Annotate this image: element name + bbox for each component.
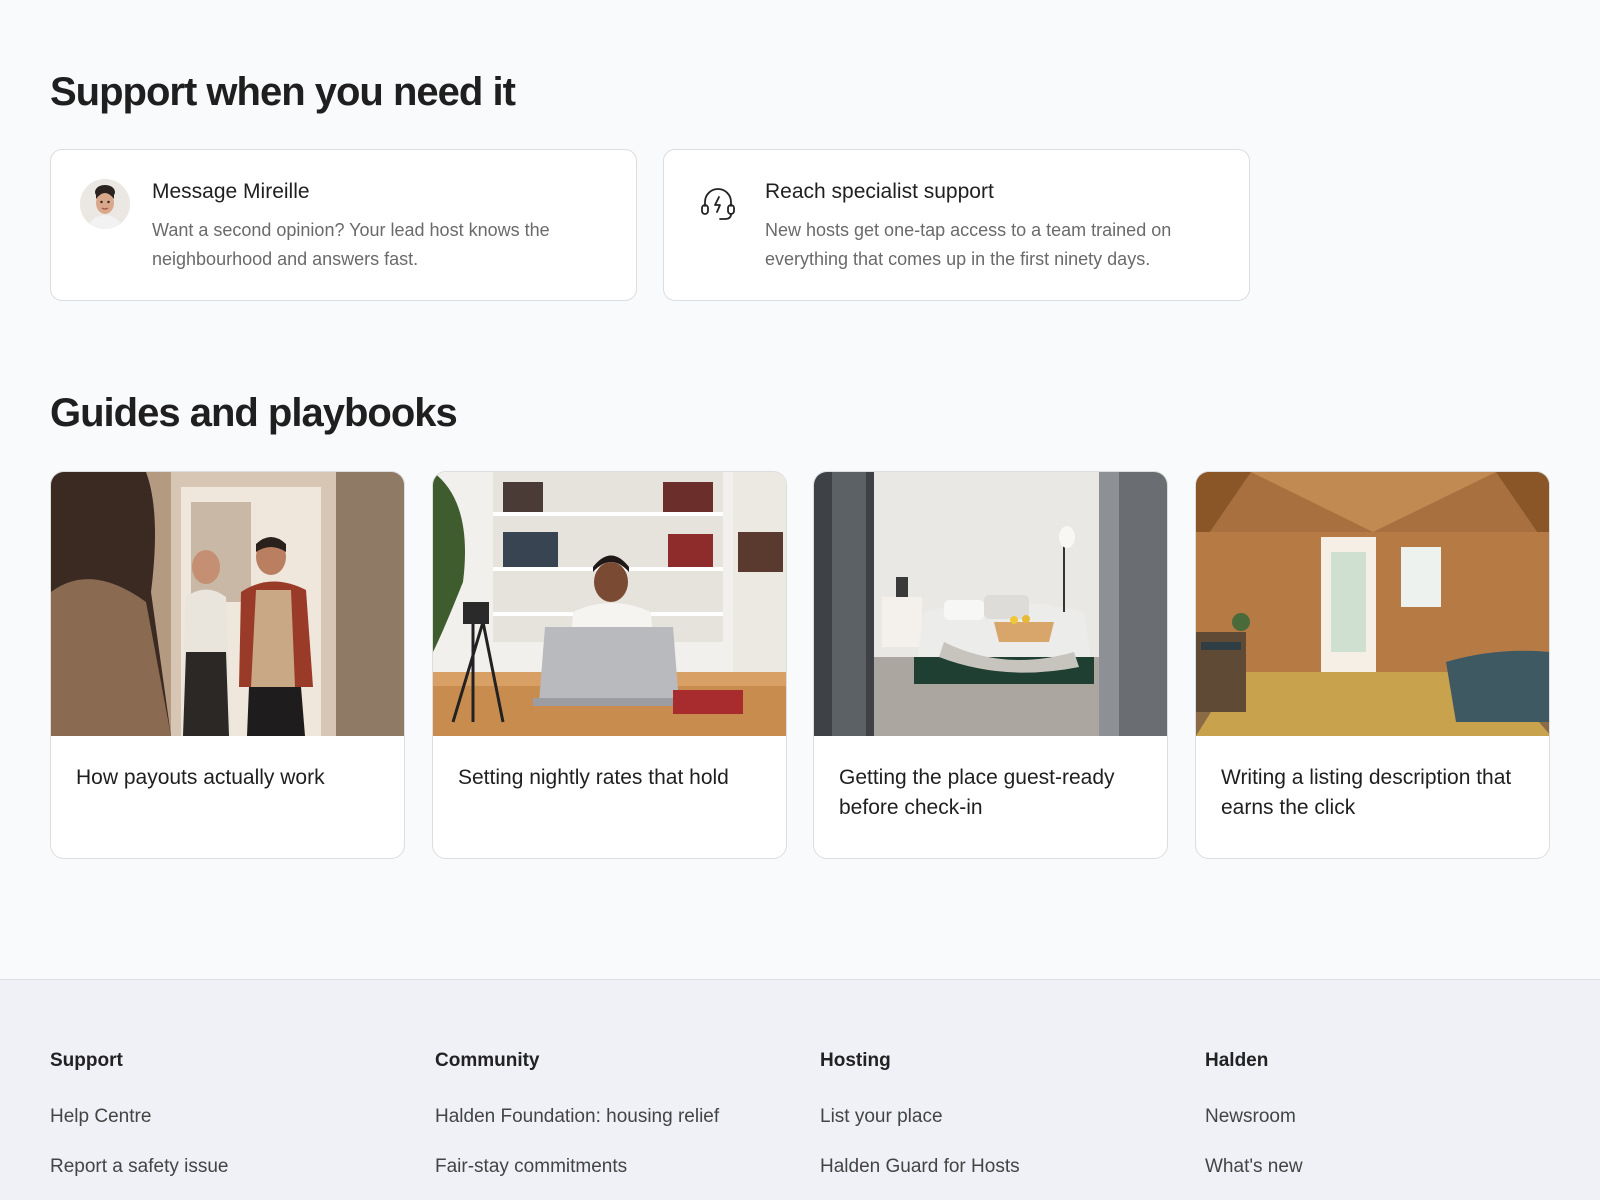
footer: Support Help Centre Report a safety issu…: [0, 979, 1600, 1200]
card-description: New hosts get one-tap access to a team t…: [765, 220, 1172, 269]
card-title: Reach specialist support: [765, 180, 994, 203]
footer-column-halden: Halden Newsroom What's new: [1205, 1050, 1565, 1177]
guide-image-host-welcome: [51, 472, 404, 736]
card-title: Message Mireille: [152, 180, 310, 203]
guide-image-laptop-desk: [433, 472, 786, 736]
guide-image-bedroom: [814, 472, 1167, 736]
message-lead-host-card[interactable]: Message Mireille Want a second opinion? …: [50, 149, 637, 301]
page: Support when you need it Message Mireill…: [0, 0, 1600, 1200]
guide-card-guest-ready[interactable]: Getting the place guest-ready before che…: [813, 471, 1168, 859]
footer-column-heading: Hosting: [820, 1050, 891, 1071]
guide-title: Getting the place guest-ready before che…: [839, 766, 1115, 819]
specialist-support-card[interactable]: Reach specialist support New hosts get o…: [663, 149, 1250, 301]
avatar: [80, 179, 130, 229]
guide-title: Writing a listing description that earns…: [1221, 766, 1512, 819]
support-heading: Support when you need it: [50, 70, 516, 114]
guide-card-nightly-rates[interactable]: Setting nightly rates that hold: [432, 471, 787, 859]
footer-link-whats-new[interactable]: What's new: [1205, 1156, 1303, 1178]
footer-column-heading: Community: [435, 1050, 540, 1071]
guide-title: How payouts actually work: [76, 766, 325, 789]
footer-link-guard-hosts[interactable]: Halden Guard for Hosts: [820, 1156, 1020, 1178]
footer-column-support: Support Help Centre Report a safety issu…: [50, 1050, 410, 1177]
footer-link-list-place[interactable]: List your place: [820, 1106, 943, 1128]
footer-column-heading: Halden: [1205, 1050, 1269, 1071]
footer-column-heading: Support: [50, 1050, 123, 1071]
guide-image-wood-cabin: [1196, 472, 1549, 736]
guide-card-listing-description[interactable]: Writing a listing description that earns…: [1195, 471, 1550, 859]
footer-link-fair-stay[interactable]: Fair-stay commitments: [435, 1156, 627, 1178]
card-description: Want a second opinion? Your lead host kn…: [152, 220, 550, 269]
footer-link-report-safety[interactable]: Report a safety issue: [50, 1156, 228, 1178]
footer-link-foundation[interactable]: Halden Foundation: housing relief: [435, 1106, 719, 1128]
footer-column-community: Community Halden Foundation: housing rel…: [435, 1050, 795, 1177]
footer-link-help-centre[interactable]: Help Centre: [50, 1106, 151, 1128]
headset-icon: [693, 179, 743, 229]
footer-column-hosting: Hosting List your place Halden Guard for…: [820, 1050, 1180, 1177]
guide-title: Setting nightly rates that hold: [458, 766, 729, 789]
guides-heading: Guides and playbooks: [50, 391, 458, 435]
guide-card-payouts[interactable]: How payouts actually work: [50, 471, 405, 859]
footer-link-newsroom[interactable]: Newsroom: [1205, 1106, 1296, 1128]
